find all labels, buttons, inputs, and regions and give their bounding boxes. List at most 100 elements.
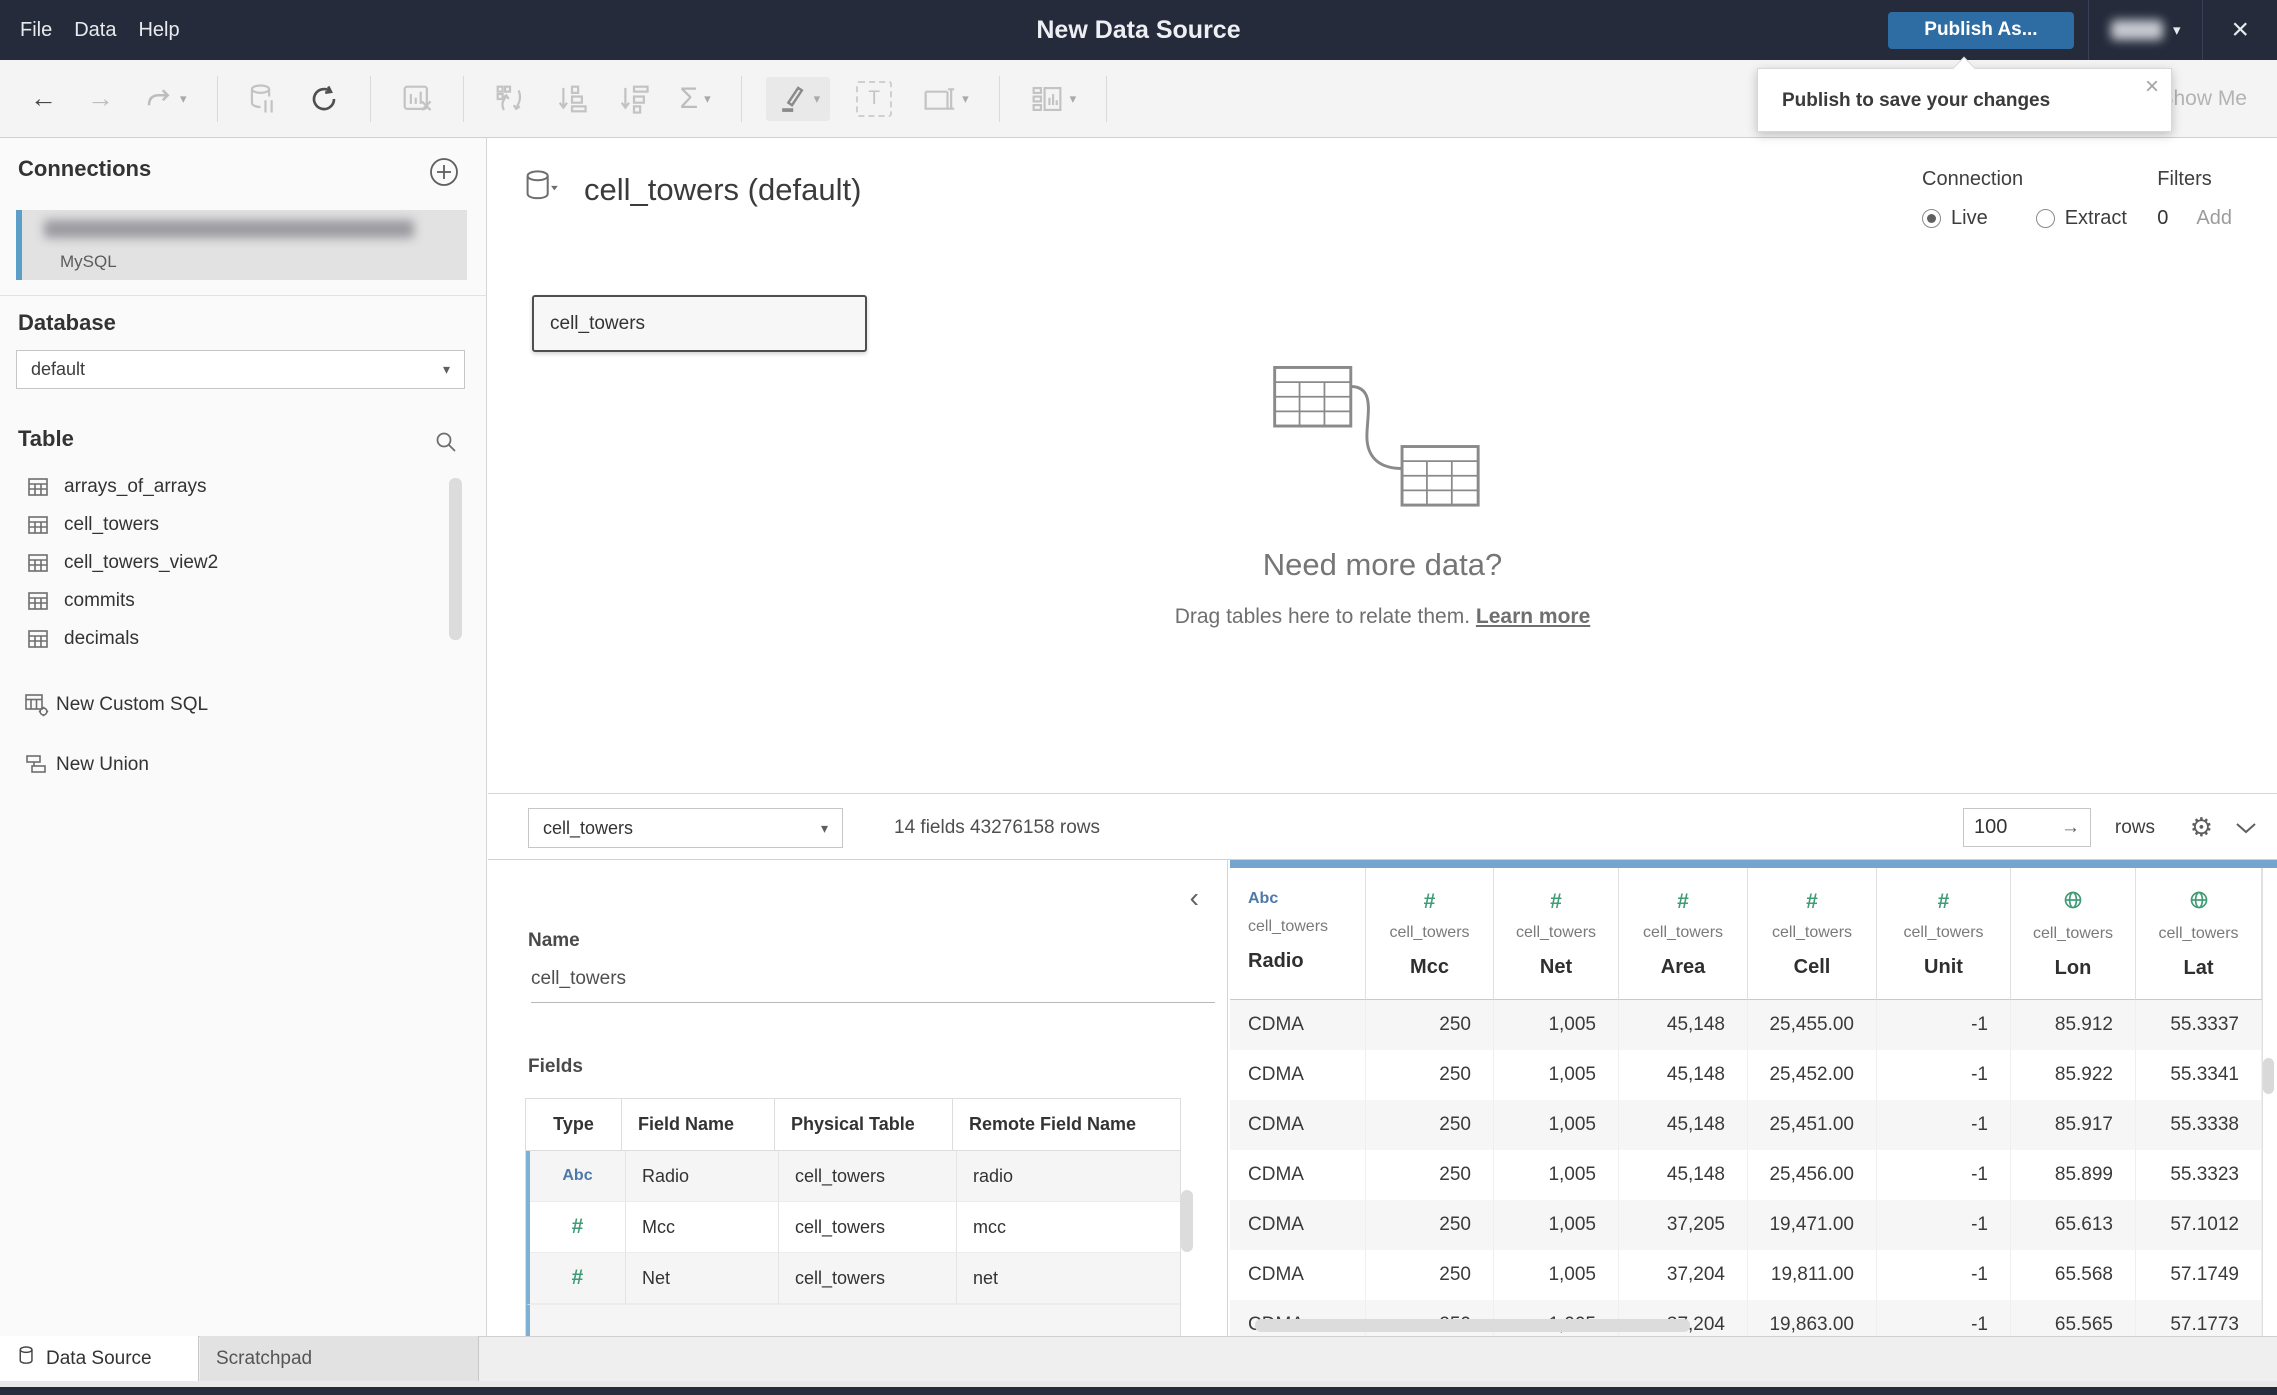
grid-row[interactable]: CDMA 250 1,005 45,148 25,451.00 -1 85.917 55.33… [1230,1100,2262,1150]
chevron-down-icon: ▾ [180,90,187,106]
grid-horizontal-scrollbar[interactable] [1255,1319,1690,1332]
table-list: arrays_of_arrays cell_towers cell_towers_v… [0,468,487,658]
grid-header-row: Abc cell_towers Radio # cell_towers Mcc # cell_… [1230,868,2262,1000]
collapse-pane-icon[interactable]: ‹ [1190,882,1199,914]
learn-more-link[interactable]: Learn more [1476,605,1590,628]
grid-column-header[interactable]: # cell_towers Unit [1877,868,2011,1000]
connection-item-mysql[interactable]: MySQL [16,210,467,280]
table-dropdown[interactable]: cell_towers ▾ [528,808,843,848]
grid-cell: 250 [1366,1000,1494,1050]
grid-column-header[interactable]: # cell_towers Area [1619,868,1748,1000]
add-connection-icon[interactable] [428,156,460,193]
tab-scratchpad[interactable]: Scratchpad [200,1336,479,1381]
grid-column-name: Area [1660,956,1706,978]
grid-cell: 1,005 [1494,1050,1619,1100]
grid-column-header[interactable]: cell_towers Lat [2136,868,2262,1000]
grid-row[interactable]: CDMA 250 1,005 45,148 25,452.00 -1 85.922 55.33… [1230,1050,2262,1100]
fields-row[interactable]: # Net cell_towers net [526,1253,1180,1304]
status-bar: Data Source Scratchpad [0,1336,2277,1395]
collapse-grid-chevron[interactable] [2235,795,2257,860]
tab-data-source[interactable]: Data Source [0,1336,199,1381]
table-name: cell_towers_view2 [64,552,219,573]
row-limit-input[interactable]: 100 → [1963,808,2091,847]
fields-table-body: Abc Radio cell_towers radio # Mcc cell_towers m… [526,1151,1180,1304]
grid-row[interactable]: CDMA 250 1,005 45,148 25,455.00 -1 85.912 55.33… [1230,1000,2262,1050]
row-limit-value: 100 [1974,816,2008,838]
highlight-tool-active[interactable]: ▾ [765,76,831,121]
menu-help[interactable]: Help [138,19,179,42]
cell-towers-table-card[interactable]: cell_towers [532,295,867,352]
grid-cell: 85.922 [2011,1050,2136,1100]
grid-cell: -1 [1877,1050,2011,1100]
grid-cell: -1 [1877,1200,2011,1250]
sidebar-table-item[interactable]: arrays_of_arrays [0,468,487,506]
publish-as-button[interactable]: Publish As... [1887,11,2074,49]
sidebar-table-item[interactable]: cell_towers_view2 [0,544,487,582]
apply-arrow-icon[interactable]: → [2061,817,2080,839]
grid-column-header[interactable]: Abc cell_towers Radio [1230,868,1366,1000]
table-icon [26,475,52,499]
grid-column-header[interactable]: # cell_towers Mcc [1366,868,1494,1000]
grid-column-header[interactable]: # cell_towers Net [1494,868,1619,1000]
grid-cell: 250 [1366,1050,1494,1100]
toolbar-divider [1106,75,1108,122]
menu-data[interactable]: Data [74,19,116,42]
sidebar-table-item[interactable]: commits [0,582,487,620]
refresh-icon[interactable] [308,83,340,115]
physical-table-cell: cell_towers [779,1151,957,1202]
new-custom-sql-button[interactable]: New Custom SQL [0,686,208,724]
fields-table: Type Field Name Physical Table Remote Fi… [525,1098,1181,1336]
tooltip-close-icon[interactable]: × [2145,73,2159,101]
fields-scrollbar[interactable] [1181,1190,1193,1252]
grid-column-header[interactable]: # cell_towers Cell [1748,868,1877,1000]
fields-row[interactable]: # Mcc cell_towers mcc [526,1202,1180,1253]
undo-icon[interactable]: ← [30,83,57,114]
grid-cell: 57.1012 [2136,1200,2262,1250]
database-selected-value: default [31,359,86,379]
data-source-tab-label: Data Source [46,1347,152,1369]
extract-radio[interactable]: Extract [2035,207,2127,230]
menu-file[interactable]: File [20,19,52,42]
live-label: Live [1951,207,1988,229]
account-name-redacted [2110,20,2163,40]
fields-row[interactable]: Abc Radio cell_towers radio [526,1151,1180,1202]
live-radio[interactable]: Live [1922,207,1988,230]
grid-cell: -1 [1877,1300,2011,1336]
grid-cell: 55.3323 [2136,1150,2262,1200]
grid-column-header[interactable]: cell_towers Lon [2011,868,2136,1000]
chevron-down-icon: ▾ [813,90,821,106]
name-input[interactable]: cell_towers [531,968,1215,1003]
show-me-button[interactable]: Show Me [2159,60,2247,138]
grid-column-name: Net [1539,956,1573,978]
grid-cell: 1,005 [1494,1250,1619,1300]
new-union-button[interactable]: New Union [0,746,149,784]
grid-cell: CDMA [1230,1050,1366,1100]
empty-state-text: Drag tables here to relate them. [1174,605,1476,628]
grid-row[interactable]: CDMA 250 1,005 37,204 19,811.00 -1 65.568 57.17… [1230,1250,2262,1300]
grid-row[interactable]: CDMA 250 1,005 45,148 25,456.00 -1 85.899 55.33… [1230,1150,2262,1200]
sidebar-table-item[interactable]: cell_towers [0,506,487,544]
sidebar-table-item[interactable]: decimals [0,620,487,658]
field-name-cell: Net [626,1253,779,1304]
grid-row[interactable]: CDMA 250 1,005 37,205 19,471.00 -1 65.613 57.10… [1230,1200,2262,1250]
account-menu[interactable]: ▾ [2089,20,2203,40]
sidebar-scrollbar[interactable] [449,478,462,640]
grid-cell: CDMA [1230,1250,1366,1300]
remote-field-name-cell: mcc [957,1202,1180,1253]
connection-name-redacted [44,220,414,238]
grid-cell: 55.3337 [2136,1000,2262,1050]
gear-icon[interactable]: ⚙ [2190,795,2213,860]
number-type-icon: # [571,1266,584,1289]
filters-add-button[interactable]: Add [2196,207,2232,230]
grid-cell: 45,148 [1619,1150,1748,1200]
new-union-label: New Union [56,754,149,775]
close-window-icon[interactable]: × [2203,0,2277,60]
table-heading: Table [18,426,74,451]
search-icon[interactable] [434,430,458,459]
table-icon [26,627,52,651]
grid-column-table-label: cell_towers [2158,925,2239,942]
field-type-cell: # [530,1253,626,1304]
grid-vertical-scrollbar[interactable] [2263,1058,2274,1094]
datasource-db-icon[interactable] [524,168,558,211]
database-select[interactable]: default ▾ [16,350,465,389]
